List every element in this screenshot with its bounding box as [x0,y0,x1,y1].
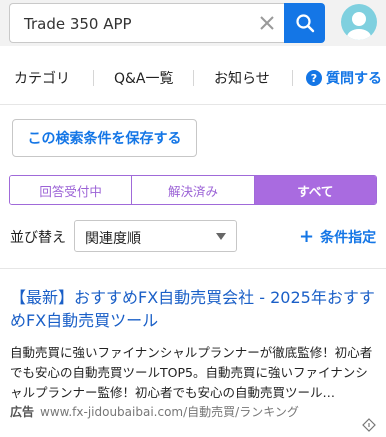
main-nav: カテゴリ Q&A一覧 お知らせ ? 質問する [0,60,386,96]
condition-filter-link[interactable]: + 条件指定 [299,227,376,247]
ad-description: 自動売買に強いファイナンシャルプランナーが徹底監修！初心者でも安心の自動売買ツー… [10,345,373,400]
user-avatar-icon [347,12,371,40]
sort-selected-value: 関連度順 [85,231,141,247]
tab-accepting-answers[interactable]: 回答受付中 [10,176,133,204]
nav-qa-list[interactable]: Q&A一覧 [114,68,174,88]
ad-url[interactable]: www.fx-jidoubaibai.com/自動売買/ランキング [40,405,299,419]
condition-filter-label: 条件指定 [320,230,377,246]
tab-all[interactable]: すべて [254,176,376,204]
sort-dropdown[interactable]: 関連度順 [74,220,237,252]
ask-question-label: 質問する [326,71,382,87]
save-search-condition-button[interactable]: この検索条件を保存する [12,119,197,157]
ask-question-link[interactable]: ? 質問する [306,68,382,88]
sort-label: 並び替え [10,230,66,246]
question-icon: ? [306,70,322,86]
nav-separator [292,70,293,86]
nav-category[interactable]: カテゴリ [14,68,70,88]
search-icon [295,14,314,33]
chevron-down-icon [216,233,226,240]
tab-resolved[interactable]: 解決済み [132,176,255,204]
status-filter-tabs: 回答受付中 解決済み すべて [9,175,377,205]
section-divider [0,268,386,269]
nav-separator [193,70,194,86]
search-header: Trade 350 APP [0,0,386,46]
section-divider [0,104,386,105]
nav-separator [93,70,94,86]
ad-label: 広告 [10,405,35,419]
search-input[interactable]: Trade 350 APP [9,3,284,43]
search-input-value[interactable]: Trade 350 APP [24,15,132,33]
user-avatar[interactable] [341,4,377,40]
search-button[interactable] [284,3,325,43]
nav-news[interactable]: お知らせ [214,68,270,88]
ad-footer: 広告 www.fx-jidoubaibai.com/自動売買/ランキング [10,403,299,420]
close-icon[interactable] [257,13,277,33]
ad-title-link[interactable]: 【最新】おすすめFX自動売買会社 - 2025年おすすめFX自動売買ツール [10,286,380,332]
plus-icon: + [299,226,315,247]
ad-info-icon[interactable] [362,418,376,432]
